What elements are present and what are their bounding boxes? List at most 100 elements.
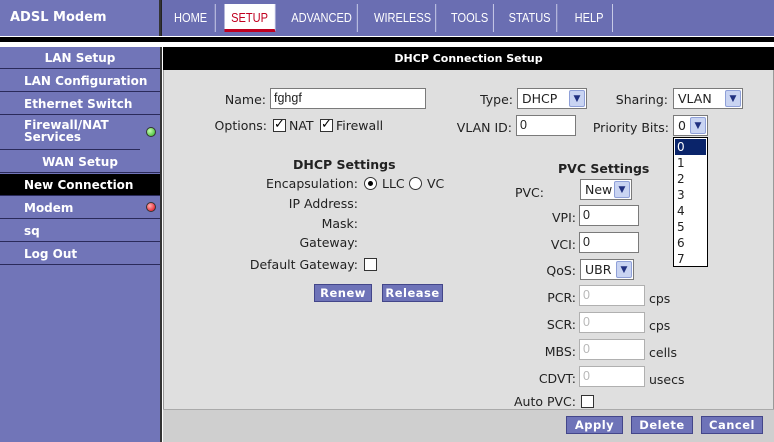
sidebar-item-ethernet-switch[interactable]: Ethernet Switch	[0, 93, 160, 115]
mbs-unit: cells	[649, 345, 678, 360]
sidebar-item-sq[interactable]: sq	[0, 220, 160, 242]
sidebar-item-label: Modem	[24, 201, 74, 215]
sidebar-item-new-connection[interactable]: New Connection	[0, 174, 160, 196]
scr-label: SCR:	[546, 317, 576, 332]
app-brand: ADSL Modem	[0, 0, 161, 36]
sidebar-item-firewall-nat[interactable]: Firewall/NAT Services	[0, 116, 140, 150]
type-select[interactable]: DHCP ▼	[517, 88, 587, 109]
priority-option-0[interactable]: 0	[675, 139, 706, 155]
sidebar-item-lan-configuration[interactable]: LAN Configuration	[0, 70, 160, 92]
tab-wireless[interactable]: WIRELESS	[370, 4, 437, 32]
priority-option-3[interactable]: 3	[675, 187, 706, 203]
tab-tools[interactable]: TOOLS	[446, 4, 494, 32]
qos-label: QoS:	[546, 263, 576, 278]
llc-radio[interactable]	[364, 177, 377, 190]
vci-label: VCI:	[550, 237, 576, 252]
encapsulation-label: Encapsulation:	[265, 176, 358, 191]
qos-select[interactable]: UBR ▼	[580, 259, 634, 280]
sidebar-item-label: LAN Configuration	[24, 74, 148, 88]
vc-radio[interactable]	[409, 177, 422, 190]
renew-button[interactable]: Renew	[314, 284, 372, 302]
cancel-button[interactable]: Cancel	[701, 416, 763, 434]
default-gateway-label: Default Gateway:	[249, 257, 358, 272]
firewall-label: Firewall	[336, 118, 384, 133]
chevron-down-icon: ▼	[569, 90, 585, 107]
vlan-id-label: VLAN ID:	[456, 120, 512, 135]
mbs-input[interactable]: 0	[579, 339, 645, 360]
priority-bits-value: 0	[678, 118, 686, 133]
priority-option-4[interactable]: 4	[675, 203, 706, 219]
qos-select-value: UBR	[585, 262, 612, 277]
scr-input[interactable]: 0	[579, 312, 645, 333]
release-button[interactable]: Release	[382, 284, 443, 302]
sharing-select[interactable]: VLAN ▼	[673, 88, 743, 109]
priority-bits-select[interactable]: 0 ▼	[673, 115, 708, 136]
default-gateway-checkbox[interactable]	[364, 258, 377, 271]
gateway-label: Gateway:	[299, 235, 358, 250]
options-label: Options:	[214, 118, 267, 133]
vc-label: VC	[427, 176, 445, 191]
type-select-value: DHCP	[522, 91, 558, 106]
vci-input[interactable]: 0	[579, 232, 639, 253]
status-ok-icon	[146, 127, 156, 137]
llc-label: LLC	[382, 176, 405, 191]
priority-option-2[interactable]: 2	[675, 171, 706, 187]
mask-label: Mask:	[321, 216, 358, 231]
priority-option-6[interactable]: 6	[675, 235, 706, 251]
sidebar-header-wan-setup[interactable]: WAN Setup	[0, 151, 160, 173]
sidebar-item-label: Firewall/NAT Services	[24, 118, 109, 144]
page-title: DHCP Connection Setup	[163, 47, 774, 70]
tab-help[interactable]: HELP	[566, 4, 613, 32]
tab-advanced[interactable]: ADVANCED	[286, 4, 358, 32]
mbs-label: MBS:	[544, 344, 576, 359]
priority-bits-dropdown-list: 0 1 2 3 4 5 6 7	[673, 137, 708, 267]
pvc-settings-heading: PVC Settings	[558, 161, 650, 176]
chevron-down-icon: ▼	[690, 117, 706, 134]
chevron-down-icon: ▼	[614, 181, 630, 198]
auto-pvc-label: Auto PVC:	[513, 394, 576, 409]
header-divider	[0, 36, 774, 42]
apply-button[interactable]: Apply	[566, 416, 623, 434]
pcr-input[interactable]: 0	[579, 285, 645, 306]
auto-pvc-checkbox[interactable]	[581, 395, 594, 408]
sidebar-item-label: sq	[24, 224, 40, 238]
nat-label: NAT	[289, 118, 314, 133]
vpi-label: VPI:	[552, 210, 576, 225]
cdvt-input[interactable]: 0	[579, 366, 645, 387]
pvc-select-value: New	[585, 182, 613, 197]
pvc-label: PVC:	[514, 185, 544, 200]
pvc-select[interactable]: New ▼	[580, 179, 632, 200]
tab-setup[interactable]: SETUP	[224, 4, 276, 32]
tab-status[interactable]: STATUS	[503, 4, 558, 32]
sharing-label: Sharing:	[615, 92, 668, 107]
priority-bits-label: Priority Bits:	[592, 120, 669, 135]
priority-option-7[interactable]: 7	[675, 251, 706, 267]
chevron-down-icon: ▼	[725, 90, 741, 107]
chevron-down-icon: ▼	[616, 261, 632, 278]
firewall-checkbox[interactable]: ✓	[320, 118, 333, 132]
sidebar-item-log-out[interactable]: Log Out	[0, 243, 160, 265]
sidebar: LAN Setup LAN Configuration Ethernet Swi…	[0, 47, 162, 442]
priority-option-1[interactable]: 1	[675, 155, 706, 171]
priority-option-5[interactable]: 5	[675, 219, 706, 235]
pcr-label: PCR:	[547, 290, 576, 305]
dhcp-settings-heading: DHCP Settings	[293, 157, 396, 172]
top-nav: HOME SETUP ADVANCED WIRELESS TOOLS STATU…	[161, 0, 774, 36]
scr-unit: cps	[649, 318, 671, 333]
cdvt-label: CDVT:	[538, 371, 576, 386]
sidebar-item-label: New Connection	[24, 178, 134, 192]
name-label: Name:	[224, 92, 266, 107]
sidebar-item-modem[interactable]: Modem	[0, 197, 160, 219]
nat-checkbox[interactable]: ✓	[273, 118, 286, 132]
name-input[interactable]: fghgf	[270, 88, 426, 109]
ip-address-label: IP Address:	[288, 196, 358, 211]
vlan-id-input[interactable]: 0	[516, 115, 576, 136]
delete-button[interactable]: Delete	[631, 416, 693, 434]
sidebar-item-label: Log Out	[24, 247, 78, 261]
status-error-icon	[146, 202, 156, 212]
tab-home[interactable]: HOME	[166, 4, 216, 32]
sharing-select-value: VLAN	[678, 91, 712, 106]
sidebar-header-lan-setup[interactable]: LAN Setup	[0, 47, 160, 69]
vpi-input[interactable]: 0	[579, 205, 639, 226]
type-label: Type:	[480, 92, 513, 107]
